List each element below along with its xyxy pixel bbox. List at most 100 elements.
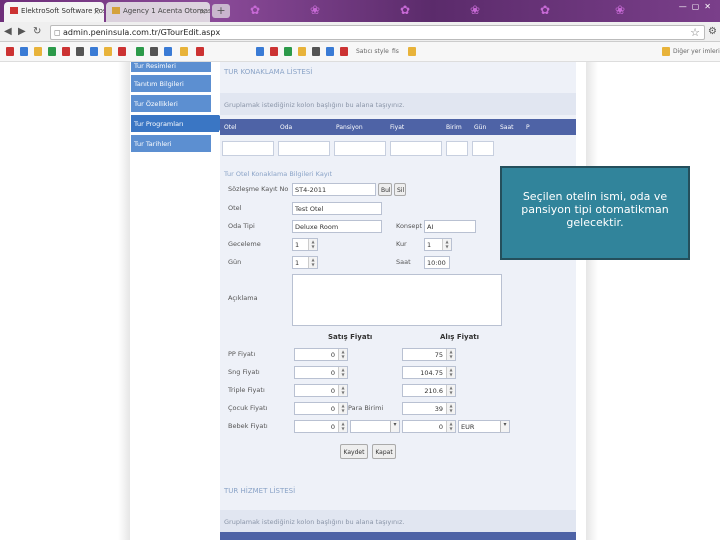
window-controls[interactable]: —▢✕ [679,2,716,11]
sidebar-item-tarihler[interactable]: Tur Tarihleri [131,135,211,152]
bookmark-icon[interactable] [408,47,416,56]
find-button[interactable]: Bul [378,183,392,196]
bookmark-link[interactable]: fis [392,48,399,55]
bookmark-icon[interactable] [48,47,56,56]
filter-input[interactable] [334,141,386,156]
filter-input[interactable] [222,141,274,156]
sozlesme-input[interactable]: ST4-2011 [292,183,376,196]
konsept-input[interactable]: AI [424,220,476,233]
spinner-icon[interactable]: ▲ ▼ [338,385,347,396]
tab-mail[interactable]: ElektroSoft Software Posta × [4,2,104,22]
sng-satis-input[interactable]: 0 ▲ ▼ [294,366,348,379]
column-header-saat[interactable]: Saat [500,124,514,131]
bookmark-icon[interactable] [196,47,204,56]
bookmark-icon[interactable] [6,47,14,56]
bookmark-icon[interactable] [20,47,28,56]
column-header-gun[interactable]: Gün [474,124,486,131]
gun-input[interactable]: 1 ▲ ▼ [292,256,318,269]
column-header-oda[interactable]: Oda [280,124,292,131]
sidebar-item-tanitim[interactable]: Tanıtım Bilgileri [131,75,211,92]
column-header-birim[interactable]: Birim [446,124,462,131]
alis-currency-select[interactable]: EUR ▾ [458,420,510,433]
bookmark-icon[interactable] [340,47,348,56]
spinner-icon[interactable]: ▲ ▼ [308,239,317,250]
bookmark-icon[interactable] [136,47,144,56]
bookmark-icon[interactable] [150,47,158,56]
sidebar-item-ozellikler[interactable]: Tur Özellikleri [131,95,211,112]
filter-input[interactable] [446,141,468,156]
bookmark-icon[interactable] [298,47,306,56]
group-panel[interactable]: Gruplamak istediğiniz kolon başlığını bu… [220,93,576,115]
close-button[interactable]: Kapat [372,444,396,459]
spinner-icon[interactable]: ▲ ▼ [308,257,317,268]
forward-icon[interactable]: ▶ [18,26,26,37]
save-button[interactable]: Kaydet [340,444,368,459]
spinner-icon[interactable]: ▲ ▼ [338,367,347,378]
bookmark-icon[interactable] [90,47,98,56]
bookmark-icon[interactable] [312,47,320,56]
bookmark-link[interactable]: Satıcı style [356,48,389,55]
bookmark-icon[interactable] [180,47,188,56]
spinner-icon[interactable]: ▲ ▼ [446,421,455,432]
aciklama-textarea[interactable] [292,274,502,326]
triple-satis-input[interactable]: 0 ▲ ▼ [294,384,348,397]
other-bookmarks-link[interactable]: Diğer yer imleri [673,48,720,55]
pp-fiyati-label: PP Fiyatı [228,350,256,358]
spinner-icon[interactable]: ▲ ▼ [446,385,455,396]
bookmark-icon[interactable] [34,47,42,56]
spinner-icon[interactable]: ▲ ▼ [338,421,347,432]
address-input[interactable]: ◻ admin.peninsula.com.tr/GTourEdit.aspx … [50,25,705,40]
pp-satis-input[interactable]: 0 ▲ ▼ [294,348,348,361]
group-panel[interactable]: Gruplamak istediğiniz kolon başlığını bu… [220,510,576,532]
bookmark-icon[interactable] [104,47,112,56]
reload-icon[interactable]: ↻ [33,26,41,37]
spinner-icon[interactable]: ▲ ▼ [446,403,455,414]
column-header-pansiyon[interactable]: Pansiyon [336,124,363,131]
geceleme-input[interactable]: 1 ▲ ▼ [292,238,318,251]
oda-tipi-input[interactable]: Deluxe Room [292,220,382,233]
saat-input[interactable]: 10:00 [424,256,450,269]
kur-input[interactable]: 1 ▲ ▼ [424,238,452,251]
new-tab-button[interactable]: + [212,4,230,18]
bookmark-icon[interactable] [284,47,292,56]
close-icon[interactable]: × [93,7,100,16]
triple-alis-input[interactable]: 210.6 ▲ ▼ [402,384,456,397]
delete-button[interactable]: Sil [394,183,406,196]
chevron-down-icon[interactable]: ▾ [500,421,509,432]
column-header-fiyat[interactable]: Fiyat [390,124,404,131]
tab-agency[interactable]: Agency 1 Acenta Otomasy × [106,2,210,22]
folder-icon[interactable] [662,47,670,56]
spinner-icon[interactable]: ▲ ▼ [442,239,451,250]
bebek-alis-input[interactable]: 0 ▲ ▼ [402,420,456,433]
bookmark-icon[interactable] [326,47,334,56]
satis-currency-select[interactable]: ▾ [350,420,400,433]
back-icon[interactable]: ◀ [4,26,12,37]
bookmark-icon[interactable] [118,47,126,56]
filter-input[interactable] [278,141,330,156]
wrench-icon[interactable]: ⚙ [708,26,717,37]
close-icon[interactable]: × [199,7,206,16]
bookmark-icon[interactable] [76,47,84,56]
sidebar-item-programlar[interactable]: Tur Programları [131,115,226,132]
column-header-p[interactable]: P [526,124,530,131]
bookmark-star-icon[interactable]: ☆ [690,26,700,39]
bookmark-icon[interactable] [270,47,278,56]
filter-input[interactable] [390,141,442,156]
spinner-icon[interactable]: ▲ ▼ [446,367,455,378]
cocuk-alis-input[interactable]: 39 ▲ ▼ [402,402,456,415]
spinner-icon[interactable]: ▲ ▼ [338,403,347,414]
bookmark-icon[interactable] [164,47,172,56]
spinner-icon[interactable]: ▲ ▼ [446,349,455,360]
bookmark-icon[interactable] [256,47,264,56]
sng-alis-input[interactable]: 104.75 ▲ ▼ [402,366,456,379]
spinner-icon[interactable]: ▲ ▼ [338,349,347,360]
column-header-otel[interactable]: Otel [224,124,236,131]
sidebar-item-tur-resimleri[interactable]: Tur Resimleri [131,62,211,72]
chevron-down-icon[interactable]: ▾ [390,421,399,432]
cocuk-satis-input[interactable]: 0 ▲ ▼ [294,402,348,415]
bebek-satis-input[interactable]: 0 ▲ ▼ [294,420,348,433]
filter-input[interactable] [472,141,494,156]
pp-alis-input[interactable]: 75 ▲ ▼ [402,348,456,361]
otel-input[interactable]: Test Otel [292,202,382,215]
bookmark-icon[interactable] [62,47,70,56]
